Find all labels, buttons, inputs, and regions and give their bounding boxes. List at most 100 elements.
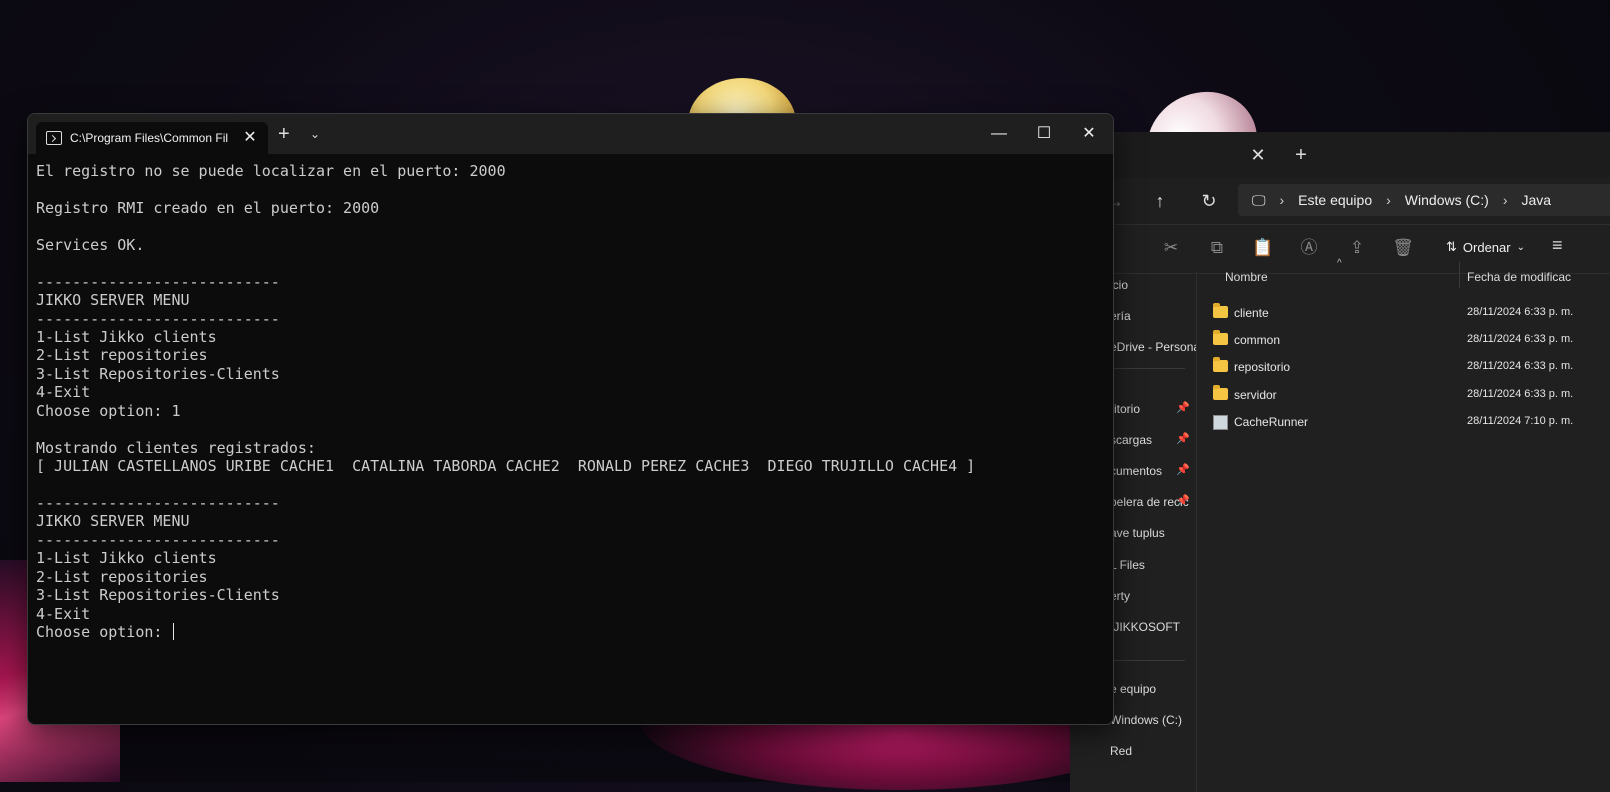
terminal-line: JIKKO SERVER MENU [36,512,190,531]
terminal-line: 2-List repositories [36,567,208,586]
terminal-tab-title: C:\Program Files\Common Fil [70,131,229,145]
rename-icon[interactable]: Ⓐ [1298,237,1320,259]
file-date: 28/11/2024 7:10 p. m. [1467,415,1574,427]
sort-icon: ⇅ [1446,239,1457,254]
sort-caret-icon: ^ [1337,258,1342,269]
terminal-line: Services OK. [36,235,145,254]
delete-icon[interactable]: 🗑 [1392,237,1414,259]
new-tab-icon[interactable]: + [278,124,290,144]
close-tab-icon[interactable]: ✕ [1247,144,1269,166]
terminal-line: --------------------------- [36,530,280,549]
terminal-tab[interactable]: C:\Program Files\Common Fil ✕ [36,122,268,154]
terminal-line: 4-Exit [36,383,91,402]
file-name: CacheRunner [1234,415,1309,429]
folder-icon [1213,357,1228,372]
view-icon[interactable]: ≡ [1552,235,1563,256]
paste-icon[interactable]: 📋 [1252,237,1274,259]
breadcrumb-item[interactable]: Windows (C:) [1405,192,1489,208]
terminal-line: Mostrando clientes registrados: [36,438,316,457]
file-row[interactable]: cliente 28/11/2024 6:33 p. m. [1197,300,1610,326]
folder-icon [1213,385,1228,400]
column-headers: ^ Nombre Fecha de modificac [1197,258,1610,290]
folder-icon [1213,330,1228,345]
file-explorer-window: ✕ + → ↑ ↻ 🖵 › Este equipo › Windows (C:)… [1070,132,1610,792]
terminal-prompt-line[interactable]: Choose option: [36,622,1113,641]
sidebar-divider [1110,368,1185,369]
sidebar-item-label: tJIKKOSOFT [1110,620,1181,634]
file-row[interactable]: repositorio 28/11/2024 6:33 p. m. [1197,354,1610,380]
chevron-right-icon: › [1386,192,1391,208]
explorer-nav-bar: → ↑ ↻ 🖵 › Este equipo › Windows (C:) › J… [1070,178,1610,225]
terminal-line: JIKKO SERVER MENU [36,291,190,310]
breadcrumb-item[interactable]: Este equipo [1298,192,1372,208]
close-tab-icon[interactable]: ✕ [240,128,260,148]
sidebar-item[interactable]: Red [1070,738,1196,766]
terminal-line: 2-List repositories [36,346,208,365]
sidebar-item-label: Windows (C:) [1110,713,1183,727]
file-name: common [1234,333,1281,347]
sidebar-item-label: ave tuplus [1110,526,1165,540]
terminal-line: El registro no se puede localizar en el … [36,162,506,180]
sidebar-item-label: scargas [1110,433,1153,447]
terminal-line: --------------------------- [36,309,280,328]
column-header-date[interactable]: Fecha de modificac [1467,270,1571,284]
sidebar-item-label: cumentos [1110,464,1163,478]
sidebar-item-label: L Files [1110,558,1145,572]
computer-icon: 🖵 [1252,191,1266,208]
share-icon[interactable]: ⇪ [1346,237,1368,259]
column-header-name[interactable]: Nombre [1225,270,1268,284]
terminal-line: 1-List Jikko clients [36,549,217,568]
breadcrumb-item[interactable]: Java [1521,192,1551,208]
copy-icon[interactable]: ⧉ [1206,237,1228,259]
file-date: 28/11/2024 6:33 p. m. [1467,388,1574,400]
sidebar-item-label: e equipo [1110,682,1157,696]
terminal-title-bar[interactable]: C:\Program Files\Common Fil ✕ + ⌄ — ☐ ✕ [28,114,1113,154]
sort-label: Ordenar [1462,239,1511,255]
terminal-line: --------------------------- [36,493,280,512]
terminal-line: --------------------------- [36,272,280,291]
text-cursor [173,622,175,640]
terminal-line: 3-List Repositories-Clients [36,586,280,605]
file-date: 28/11/2024 6:33 p. m. [1467,360,1574,372]
sort-button[interactable]: ⇅ Ordenar ⌄ [1446,239,1525,255]
terminal-prompt: Choose option: [36,622,172,641]
terminal-line: [ JULIAN CASTELLANOS URIBE CACHE1 CATALI… [36,457,976,475]
chevron-down-icon[interactable]: ⌄ [310,126,320,142]
jar-file-icon [1213,415,1228,430]
file-list: ^ Nombre Fecha de modificac cliente 28/11… [1197,258,1610,792]
new-tab-icon[interactable]: + [1290,144,1312,166]
pin-icon: 📌 [1176,495,1190,507]
folder-icon [1213,303,1228,318]
file-date: 28/11/2024 6:33 p. m. [1467,333,1574,345]
maximize-button[interactable]: ☐ [1021,114,1067,154]
file-row[interactable]: servidor 28/11/2024 6:33 p. m. [1197,382,1610,408]
terminal-window: C:\Program Files\Common Fil ✕ + ⌄ — ☐ ✕ … [27,113,1114,725]
sidebar-item-label: Red [1110,744,1133,758]
terminal-line: Choose option: 1 [36,401,181,420]
address-bar[interactable]: 🖵 › Este equipo › Windows (C:) › Java [1238,184,1610,216]
terminal-line: 4-Exit [36,604,91,623]
refresh-icon[interactable]: ↻ [1196,188,1222,214]
explorer-tab-bar: ✕ + [1070,132,1610,178]
terminal-output[interactable]: El registro no se puede localizar en el … [36,162,1113,724]
minimize-button[interactable]: — [976,114,1022,154]
terminal-line: 1-List Jikko clients [36,327,217,346]
close-button[interactable]: ✕ [1066,114,1112,154]
file-date: 28/11/2024 6:33 p. m. [1467,306,1574,318]
up-icon[interactable]: ↑ [1147,188,1173,214]
file-name: repositorio [1234,360,1291,374]
file-name: cliente [1234,306,1269,320]
sidebar-item-label: ritorio [1110,402,1141,416]
file-row[interactable]: CacheRunner 28/11/2024 7:10 p. m. [1197,409,1610,435]
column-divider[interactable] [1459,262,1460,288]
terminal-icon [46,131,62,145]
pin-icon: 📌 [1176,402,1190,414]
cut-icon[interactable]: ✂ [1160,237,1182,259]
file-name: servidor [1234,388,1277,402]
chevron-right-icon: › [1279,192,1285,208]
file-row[interactable]: common 28/11/2024 6:33 p. m. [1197,327,1610,353]
